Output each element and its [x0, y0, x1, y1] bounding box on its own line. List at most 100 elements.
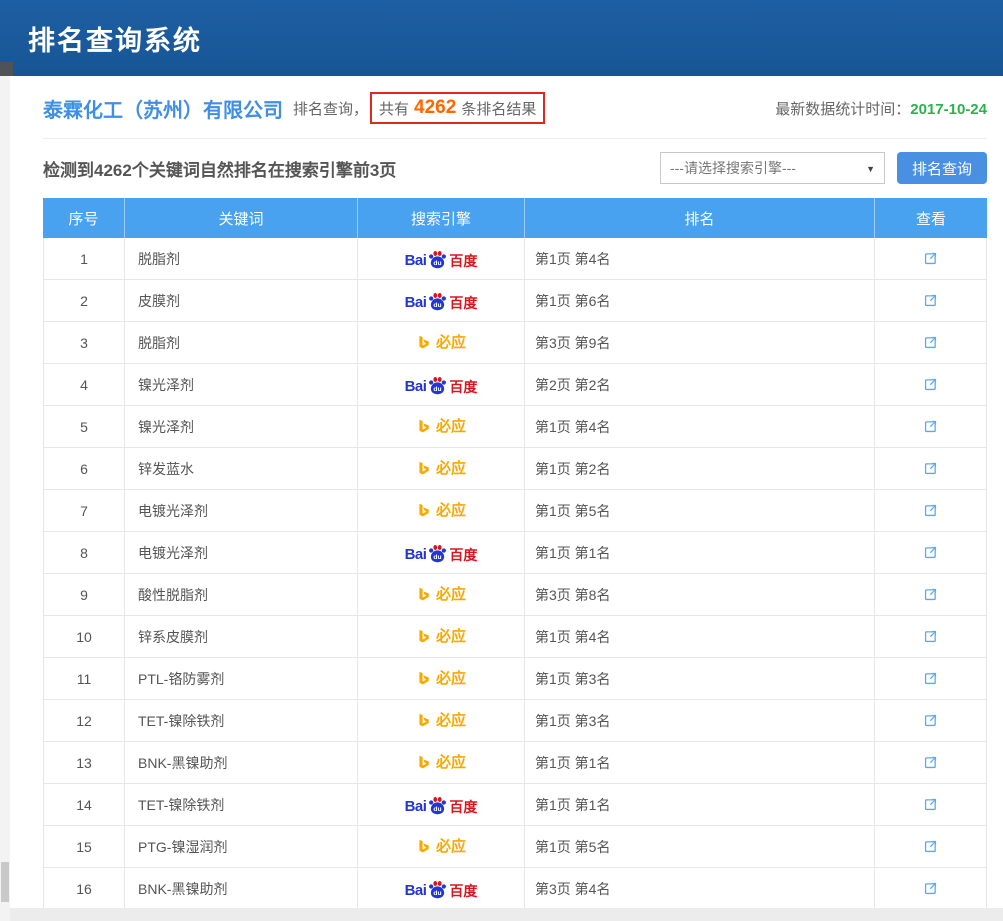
baidu-paw-icon: du — [427, 292, 448, 311]
result-suffix: 条排名结果 — [461, 98, 536, 119]
baidu-logo: Bai du 百度 — [405, 292, 478, 310]
row-no: 13 — [44, 742, 125, 783]
row-engine: Bai du 百度 — [358, 364, 525, 405]
view-external-link-icon[interactable] — [922, 628, 939, 645]
bing-logo-cn: 必应 — [436, 503, 466, 518]
table-row: 7 电镀光泽剂 必应 第1页 第5名 — [44, 490, 986, 532]
engine-select[interactable]: ---请选择搜索引擎--- ▼ — [660, 152, 885, 184]
baidu-logo-du: du — [434, 890, 442, 897]
bing-b-icon — [416, 419, 432, 435]
baidu-logo-bai: Bai — [405, 799, 427, 814]
row-rank: 第1页 第3名 — [525, 658, 875, 699]
bing-logo-cn: 必应 — [436, 755, 466, 770]
baidu-logo: Bai du 百度 — [405, 376, 478, 394]
view-external-link-icon[interactable] — [922, 376, 939, 393]
row-view — [875, 490, 986, 531]
bing-b-icon — [416, 839, 432, 855]
page: 排名查询系统 泰霖化工（苏州）有限公司 排名查询， 共有 4262 条排名结果 … — [0, 0, 1003, 921]
column-header-keyword: 关键词 — [125, 198, 358, 238]
row-keyword: BNK-黑镍助剂 — [125, 742, 358, 783]
view-external-link-icon[interactable] — [922, 418, 939, 435]
rank-query-button[interactable]: 排名查询 — [897, 152, 987, 184]
query-label: 排名查询， — [293, 98, 368, 119]
row-engine: 必应 — [358, 322, 525, 363]
view-external-link-icon[interactable] — [922, 292, 939, 309]
bing-b-icon — [416, 461, 432, 477]
row-engine: Bai du 百度 — [358, 868, 525, 909]
row-keyword: 脱脂剂 — [125, 322, 358, 363]
view-external-link-icon[interactable] — [922, 838, 939, 855]
baidu-logo: Bai du 百度 — [405, 544, 478, 562]
table-row: 13 BNK-黑镍助剂 必应 第1页 第1名 — [44, 742, 986, 784]
view-external-link-icon[interactable] — [922, 586, 939, 603]
baidu-logo-du: du — [434, 806, 442, 813]
table-row: 4 镍光泽剂 Bai du 百度 第2页 第2名 — [44, 364, 986, 406]
subheader: 泰霖化工（苏州）有限公司 排名查询， 共有 4262 条排名结果 最新数据统计时… — [43, 76, 987, 139]
row-engine: Bai du 百度 — [358, 238, 525, 279]
row-rank: 第3页 第4名 — [525, 868, 875, 909]
row-no: 10 — [44, 616, 125, 657]
stats-date: 2017-10-24 — [910, 101, 987, 118]
row-no: 1 — [44, 238, 125, 279]
row-engine: 必应 — [358, 616, 525, 657]
baidu-logo-bai: Bai — [405, 883, 427, 898]
view-external-link-icon[interactable] — [922, 250, 939, 267]
bing-b-icon — [416, 713, 432, 729]
row-view — [875, 532, 986, 573]
content-area: 泰霖化工（苏州）有限公司 排名查询， 共有 4262 条排名结果 最新数据统计时… — [10, 76, 1003, 921]
toolbar: 检测到4262个关键词自然排名在搜索引擎前3页 ---请选择搜索引擎--- ▼ … — [43, 151, 987, 185]
bing-b-icon — [416, 671, 432, 687]
row-rank: 第1页 第5名 — [525, 826, 875, 867]
row-no: 7 — [44, 490, 125, 531]
bing-logo: 必应 — [416, 629, 466, 645]
row-no: 16 — [44, 868, 125, 909]
row-view — [875, 616, 986, 657]
baidu-logo-bai: Bai — [405, 253, 427, 268]
view-external-link-icon[interactable] — [922, 880, 939, 897]
table-row: 14 TET-镍除铁剂 Bai du 百度 第1页 第1名 — [44, 784, 986, 826]
row-rank: 第1页 第4名 — [525, 616, 875, 657]
bing-b-icon — [416, 503, 432, 519]
row-engine: 必应 — [358, 658, 525, 699]
row-rank: 第1页 第5名 — [525, 490, 875, 531]
stats-time: 最新数据统计时间：2017-10-24 — [775, 98, 987, 119]
view-external-link-icon[interactable] — [922, 754, 939, 771]
bing-b-icon — [416, 335, 432, 351]
view-external-link-icon[interactable] — [922, 670, 939, 687]
row-engine: 必应 — [358, 826, 525, 867]
bing-logo: 必应 — [416, 839, 466, 855]
row-engine: Bai du 百度 — [358, 532, 525, 573]
view-external-link-icon[interactable] — [922, 796, 939, 813]
column-header-rank: 排名 — [525, 198, 875, 238]
baidu-logo: Bai du 百度 — [405, 880, 478, 898]
view-external-link-icon[interactable] — [922, 460, 939, 477]
row-view — [875, 700, 986, 741]
row-keyword: 镍光泽剂 — [125, 406, 358, 447]
bing-logo: 必应 — [416, 587, 466, 603]
table-body: 1 脱脂剂 Bai du 百度 第1页 第4名 2 皮膜剂 — [43, 238, 987, 910]
row-no: 2 — [44, 280, 125, 321]
left-scrollbar-thumb[interactable] — [1, 862, 9, 902]
view-external-link-icon[interactable] — [922, 544, 939, 561]
row-keyword: 电镀光泽剂 — [125, 490, 358, 531]
left-scrollbar-track[interactable] — [0, 76, 10, 921]
row-rank: 第1页 第1名 — [525, 784, 875, 825]
view-external-link-icon[interactable] — [922, 334, 939, 351]
row-rank: 第1页 第2名 — [525, 448, 875, 489]
row-engine: 必应 — [358, 700, 525, 741]
view-external-link-icon[interactable] — [922, 502, 939, 519]
bing-logo-cn: 必应 — [436, 839, 466, 854]
row-rank: 第1页 第6名 — [525, 280, 875, 321]
row-view — [875, 742, 986, 783]
row-keyword: 锌发蓝水 — [125, 448, 358, 489]
view-external-link-icon[interactable] — [922, 712, 939, 729]
row-keyword: BNK-黑镍助剂 — [125, 868, 358, 909]
table-row: 5 镍光泽剂 必应 第1页 第4名 — [44, 406, 986, 448]
bing-logo-cn: 必应 — [436, 713, 466, 728]
row-keyword: 镍光泽剂 — [125, 364, 358, 405]
bing-logo-cn: 必应 — [436, 587, 466, 602]
row-no: 14 — [44, 784, 125, 825]
row-view — [875, 322, 986, 363]
row-keyword: PTG-镍湿润剂 — [125, 826, 358, 867]
chevron-down-icon: ▼ — [866, 164, 875, 174]
